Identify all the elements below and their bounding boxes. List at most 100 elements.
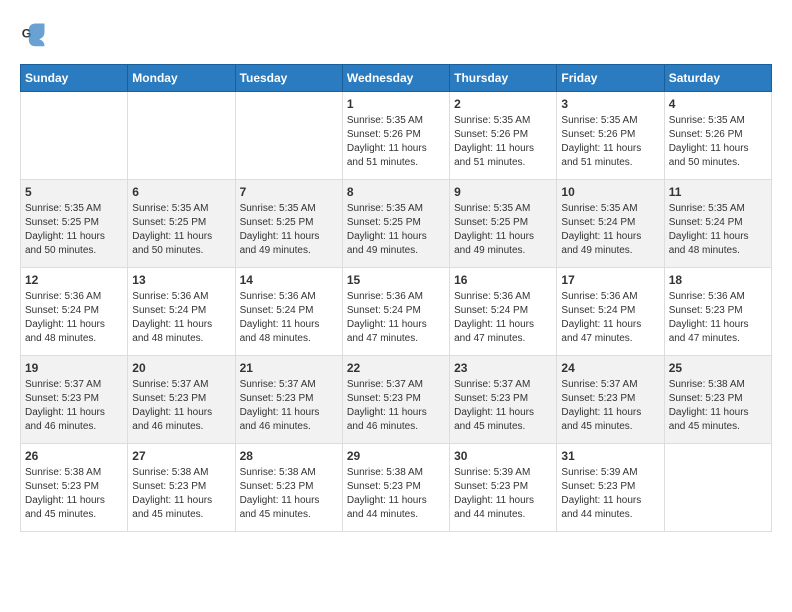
day-number: 20 (132, 361, 230, 375)
cell-info: Sunrise: 5:36 AM Sunset: 5:24 PM Dayligh… (561, 290, 659, 346)
cell-info: Sunrise: 5:37 AM Sunset: 5:23 PM Dayligh… (347, 378, 445, 434)
day-number: 17 (561, 273, 659, 287)
cell-info: Sunrise: 5:35 AM Sunset: 5:25 PM Dayligh… (454, 202, 552, 258)
calendar-cell: 15 Sunrise: 5:36 AM Sunset: 5:24 PM Dayli… (342, 268, 449, 356)
day-header-monday: Monday (128, 65, 235, 92)
calendar-cell: 6Sunrise: 5:35 AM Sunset: 5:25 PM Daylig… (128, 180, 235, 268)
day-number: 31 (561, 449, 659, 463)
cell-info: Sunrise: 5:36 AM Sunset: 5:24 PM Dayligh… (454, 290, 552, 346)
calendar-cell (21, 92, 128, 180)
day-number: 29 (347, 449, 445, 463)
day-number: 15 (347, 273, 445, 287)
day-number: 30 (454, 449, 552, 463)
calendar-cell: 16 Sunrise: 5:36 AM Sunset: 5:24 PM Dayli… (450, 268, 557, 356)
calendar-cell: 2 Sunrise: 5:35 AM Sunset: 5:26 PM Daylig… (450, 92, 557, 180)
calendar-cell: 4Sunrise: 5:35 AM Sunset: 5:26 PM Daylig… (664, 92, 771, 180)
day-header-friday: Friday (557, 65, 664, 92)
cell-info: Sunrise: 5:37 AM Sunset: 5:23 PM Dayligh… (240, 378, 338, 434)
week-row-1: 1 Sunrise: 5:35 AM Sunset: 5:26 PM Daylig… (21, 92, 772, 180)
calendar-cell: 30 Sunrise: 5:39 AM Sunset: 5:23 PM Dayli… (450, 444, 557, 532)
day-header-saturday: Saturday (664, 65, 771, 92)
calendar-cell: 26 Sunrise: 5:38 AM Sunset: 5:23 PM Dayli… (21, 444, 128, 532)
calendar-cell: 10 Sunrise: 5:35 AM Sunset: 5:24 PM Dayli… (557, 180, 664, 268)
cell-info: Sunrise: 5:37 AM Sunset: 5:23 PM Dayligh… (561, 378, 659, 434)
cell-info: Sunrise: 5:35 AM Sunset: 5:26 PM Dayligh… (561, 114, 659, 170)
day-number: 26 (25, 449, 123, 463)
logo-icon: G (20, 20, 48, 48)
week-row-3: 12 Sunrise: 5:36 AM Sunset: 5:24 PM Dayli… (21, 268, 772, 356)
day-number: 21 (240, 361, 338, 375)
day-number: 23 (454, 361, 552, 375)
calendar-cell: 21 Sunrise: 5:37 AM Sunset: 5:23 PM Dayli… (235, 356, 342, 444)
calendar-table: SundayMondayTuesdayWednesdayThursdayFrid… (20, 64, 772, 532)
header: G (20, 20, 772, 48)
day-number: 14 (240, 273, 338, 287)
week-row-4: 19 Sunrise: 5:37 AM Sunset: 5:23 PM Dayli… (21, 356, 772, 444)
day-number: 8 (347, 185, 445, 199)
cell-info: Sunrise: 5:38 AM Sunset: 5:23 PM Dayligh… (240, 466, 338, 522)
day-number: 13 (132, 273, 230, 287)
cell-info: Sunrise: 5:36 AM Sunset: 5:24 PM Dayligh… (347, 290, 445, 346)
day-number: 6 (132, 185, 230, 199)
calendar-cell: 24Sunrise: 5:37 AM Sunset: 5:23 PM Dayli… (557, 356, 664, 444)
day-number: 9 (454, 185, 552, 199)
calendar-cell: 23Sunrise: 5:37 AM Sunset: 5:23 PM Dayli… (450, 356, 557, 444)
cell-info: Sunrise: 5:35 AM Sunset: 5:25 PM Dayligh… (240, 202, 338, 258)
cell-info: Sunrise: 5:37 AM Sunset: 5:23 PM Dayligh… (132, 378, 230, 434)
calendar-cell (235, 92, 342, 180)
cell-info: Sunrise: 5:35 AM Sunset: 5:25 PM Dayligh… (25, 202, 123, 258)
calendar-cell: 18Sunrise: 5:36 AM Sunset: 5:23 PM Dayli… (664, 268, 771, 356)
calendar-cell: 14 Sunrise: 5:36 AM Sunset: 5:24 PM Dayli… (235, 268, 342, 356)
calendar-cell: 28 Sunrise: 5:38 AM Sunset: 5:23 PM Dayli… (235, 444, 342, 532)
cell-info: Sunrise: 5:38 AM Sunset: 5:23 PM Dayligh… (25, 466, 123, 522)
day-header-sunday: Sunday (21, 65, 128, 92)
logo: G (20, 20, 52, 48)
calendar-cell: 20 Sunrise: 5:37 AM Sunset: 5:23 PM Dayli… (128, 356, 235, 444)
calendar-cell (128, 92, 235, 180)
calendar-cell: 3 Sunrise: 5:35 AM Sunset: 5:26 PM Daylig… (557, 92, 664, 180)
calendar-cell: 13 Sunrise: 5:36 AM Sunset: 5:24 PM Dayli… (128, 268, 235, 356)
cell-info: Sunrise: 5:36 AM Sunset: 5:24 PM Dayligh… (132, 290, 230, 346)
calendar-cell: 27 Sunrise: 5:38 AM Sunset: 5:23 PM Dayli… (128, 444, 235, 532)
cell-info: Sunrise: 5:36 AM Sunset: 5:24 PM Dayligh… (240, 290, 338, 346)
day-number: 12 (25, 273, 123, 287)
cell-info: Sunrise: 5:35 AM Sunset: 5:24 PM Dayligh… (561, 202, 659, 258)
day-number: 28 (240, 449, 338, 463)
calendar-cell: 19Sunrise: 5:37 AM Sunset: 5:23 PM Dayli… (21, 356, 128, 444)
calendar-cell: 11 Sunrise: 5:35 AM Sunset: 5:24 PM Dayli… (664, 180, 771, 268)
day-number: 7 (240, 185, 338, 199)
cell-info: Sunrise: 5:35 AM Sunset: 5:26 PM Dayligh… (347, 114, 445, 170)
calendar-cell: 29Sunrise: 5:38 AM Sunset: 5:23 PM Dayli… (342, 444, 449, 532)
day-number: 19 (25, 361, 123, 375)
calendar-cell: 22 Sunrise: 5:37 AM Sunset: 5:23 PM Dayli… (342, 356, 449, 444)
cell-info: Sunrise: 5:39 AM Sunset: 5:23 PM Dayligh… (561, 466, 659, 522)
day-header-tuesday: Tuesday (235, 65, 342, 92)
cell-info: Sunrise: 5:35 AM Sunset: 5:26 PM Dayligh… (454, 114, 552, 170)
calendar-cell: 8 Sunrise: 5:35 AM Sunset: 5:25 PM Daylig… (342, 180, 449, 268)
day-number: 27 (132, 449, 230, 463)
day-header-thursday: Thursday (450, 65, 557, 92)
cell-info: Sunrise: 5:39 AM Sunset: 5:23 PM Dayligh… (454, 466, 552, 522)
day-number: 25 (669, 361, 767, 375)
calendar-cell: 31 Sunrise: 5:39 AM Sunset: 5:23 PM Dayli… (557, 444, 664, 532)
week-row-5: 26 Sunrise: 5:38 AM Sunset: 5:23 PM Dayli… (21, 444, 772, 532)
day-number: 1 (347, 97, 445, 111)
day-header-wednesday: Wednesday (342, 65, 449, 92)
calendar-cell: 9 Sunrise: 5:35 AM Sunset: 5:25 PM Daylig… (450, 180, 557, 268)
calendar-cell: 25Sunrise: 5:38 AM Sunset: 5:23 PM Dayli… (664, 356, 771, 444)
day-number: 18 (669, 273, 767, 287)
day-number: 3 (561, 97, 659, 111)
cell-info: Sunrise: 5:36 AM Sunset: 5:24 PM Dayligh… (25, 290, 123, 346)
cell-info: Sunrise: 5:35 AM Sunset: 5:24 PM Dayligh… (669, 202, 767, 258)
calendar-cell: 5Sunrise: 5:35 AM Sunset: 5:25 PM Daylig… (21, 180, 128, 268)
cell-info: Sunrise: 5:35 AM Sunset: 5:25 PM Dayligh… (347, 202, 445, 258)
day-number: 11 (669, 185, 767, 199)
calendar-cell: 1 Sunrise: 5:35 AM Sunset: 5:26 PM Daylig… (342, 92, 449, 180)
calendar-cell: 12 Sunrise: 5:36 AM Sunset: 5:24 PM Dayli… (21, 268, 128, 356)
day-number: 22 (347, 361, 445, 375)
cell-info: Sunrise: 5:35 AM Sunset: 5:26 PM Dayligh… (669, 114, 767, 170)
day-number: 16 (454, 273, 552, 287)
day-number: 2 (454, 97, 552, 111)
day-number: 10 (561, 185, 659, 199)
cell-info: Sunrise: 5:38 AM Sunset: 5:23 PM Dayligh… (132, 466, 230, 522)
